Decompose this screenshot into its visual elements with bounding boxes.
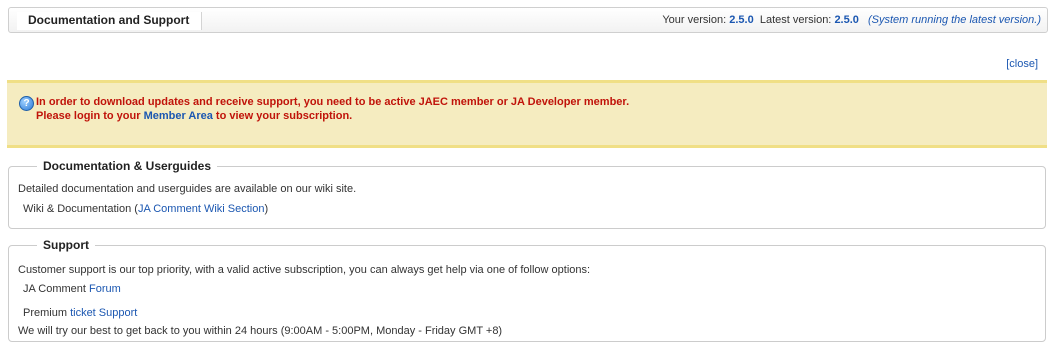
info-icon: ? [19, 96, 34, 111]
header-bar: Documentation and Support Your version: … [8, 7, 1048, 33]
ticket-label: Premium [23, 307, 71, 319]
forum-line: JA Comment Forum [23, 283, 121, 295]
wiki-label: Wiki & Documentation ( [23, 203, 138, 215]
wiki-section-link[interactable]: JA Comment Wiki Section [138, 203, 265, 215]
notice-line-2-suffix: to view your subscription. [212, 110, 353, 122]
forum-link[interactable]: Forum [89, 283, 121, 295]
close-link[interactable]: [close] [1006, 58, 1038, 70]
documentation-section: Documentation & Userguides Detailed docu… [8, 159, 1046, 229]
documentation-legend: Documentation & Userguides [37, 159, 218, 173]
member-area-link[interactable]: Member Area [144, 110, 213, 122]
wiki-suffix: ) [264, 203, 269, 215]
documentation-description: Detailed documentation and userguides ar… [18, 183, 357, 195]
version-info: Your version: 2.5.0 Latest version: 2.5.… [662, 14, 1041, 26]
your-version-label: Your version: [662, 14, 727, 26]
your-version-value: 2.5.0 [729, 14, 754, 26]
support-description: Customer support is our top priority, wi… [18, 264, 591, 276]
ticket-support-link[interactable]: ticket Support [70, 307, 137, 319]
support-section: Support Customer support is our top prio… [8, 238, 1046, 342]
wiki-line: Wiki & Documentation (JA Comment Wiki Se… [23, 203, 268, 215]
notice-line-1: In order to download updates and receive… [36, 96, 630, 108]
latest-version-value: 2.5.0 [834, 14, 859, 26]
page-title: Documentation and Support [28, 13, 190, 27]
latest-version-label: Latest version: [759, 14, 832, 26]
subscription-notice: ? In order to download updates and recei… [7, 80, 1047, 148]
version-status: (System running the latest version.) [867, 14, 1041, 26]
ticket-line: Premium ticket Support [23, 307, 137, 319]
notice-line-2: Please login to your Member Area to view… [36, 110, 352, 122]
notice-line-2-prefix: Please login to your [36, 110, 144, 122]
support-hours: We will try our best to get back to you … [18, 325, 503, 337]
support-legend: Support [37, 238, 95, 252]
forum-label: JA Comment [23, 283, 90, 295]
